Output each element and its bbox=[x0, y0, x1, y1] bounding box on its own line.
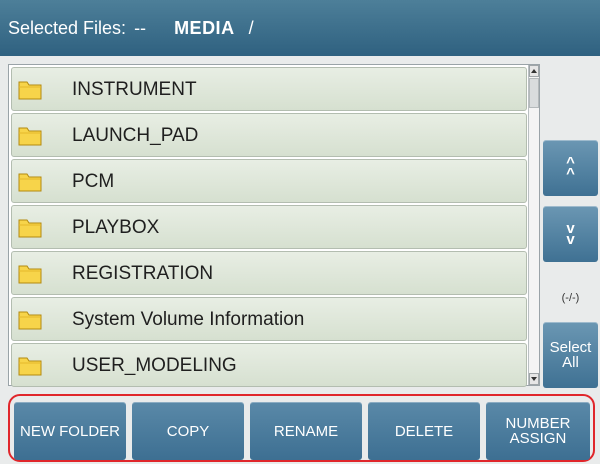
list-item[interactable]: System Volume Information bbox=[11, 297, 527, 341]
folder-icon bbox=[18, 357, 42, 376]
double-chevron-up-icon: ^ ^ bbox=[566, 154, 575, 182]
list-item[interactable]: LAUNCH_PAD bbox=[11, 113, 527, 157]
list-item[interactable]: INSTRUMENT bbox=[11, 67, 527, 111]
file-name: USER_MODELING bbox=[72, 355, 237, 376]
select-all-label-1: Select bbox=[549, 339, 592, 356]
page-up-button[interactable]: ^ ^ bbox=[543, 140, 598, 196]
arrow-down-icon bbox=[531, 377, 537, 381]
select-all-label-2: All bbox=[562, 354, 579, 371]
file-name: LAUNCH_PAD bbox=[72, 125, 199, 146]
selected-files-value: -- bbox=[134, 17, 147, 38]
page-down-button[interactable]: vv bbox=[543, 206, 598, 262]
list-item[interactable]: PLAYBOX bbox=[11, 205, 527, 249]
folder-icon bbox=[18, 219, 42, 238]
list-item[interactable]: REGISTRATION bbox=[11, 251, 527, 295]
double-chevron-down-icon: vv bbox=[566, 220, 575, 248]
selected-files-label: Selected Files: bbox=[8, 17, 127, 38]
copy-label: COPY bbox=[166, 422, 210, 440]
list-scrollbar[interactable] bbox=[528, 65, 539, 385]
file-name: System Volume Information bbox=[72, 309, 305, 330]
current-path: MEDIA bbox=[174, 17, 235, 38]
delete-button[interactable]: DELETE bbox=[368, 402, 480, 460]
folder-icon bbox=[18, 173, 42, 192]
list-item[interactable]: PCM bbox=[11, 159, 527, 203]
folder-icon bbox=[18, 81, 42, 100]
delete-label: DELETE bbox=[394, 422, 454, 440]
folder-icon bbox=[18, 265, 42, 284]
new-folder-button[interactable]: NEW FOLDER bbox=[14, 402, 126, 460]
number-assign-label-2: ASSIGN bbox=[509, 430, 567, 447]
rename-label: RENAME bbox=[273, 422, 339, 440]
new-folder-label: NEW FOLDER bbox=[19, 422, 120, 440]
scroll-down-button[interactable] bbox=[529, 373, 539, 385]
file-name: PLAYBOX bbox=[72, 217, 160, 238]
copy-button[interactable]: COPY bbox=[132, 402, 244, 460]
scroll-up-button[interactable] bbox=[529, 65, 539, 77]
folder-icon bbox=[18, 311, 42, 330]
number-assign-button[interactable]: NUMBER ASSIGN bbox=[486, 402, 590, 460]
list-item[interactable]: USER_MODELING bbox=[11, 343, 527, 387]
page-counter: (-/-) bbox=[561, 292, 580, 304]
header-bar: Selected Files: -- MEDIA / bbox=[0, 0, 600, 56]
folder-icon bbox=[18, 127, 42, 146]
file-name: PCM bbox=[72, 171, 115, 192]
path-separator: / bbox=[248, 17, 254, 38]
file-rows: INSTRUMENT LAUNCH_PAD PCM PLAYBOX REGIST… bbox=[9, 65, 529, 387]
scroll-thumb[interactable] bbox=[529, 78, 539, 108]
arrow-up-icon bbox=[531, 69, 537, 73]
action-toolbar: NEW FOLDER COPY RENAME DELETE NUMBER ASS… bbox=[8, 394, 595, 462]
file-name: REGISTRATION bbox=[72, 263, 214, 284]
select-all-button[interactable]: Select All bbox=[543, 322, 598, 388]
file-name: INSTRUMENT bbox=[72, 79, 197, 100]
file-list: INSTRUMENT LAUNCH_PAD PCM PLAYBOX REGIST… bbox=[8, 64, 540, 387]
rename-button[interactable]: RENAME bbox=[250, 402, 362, 460]
number-assign-label-1: NUMBER bbox=[505, 415, 571, 432]
